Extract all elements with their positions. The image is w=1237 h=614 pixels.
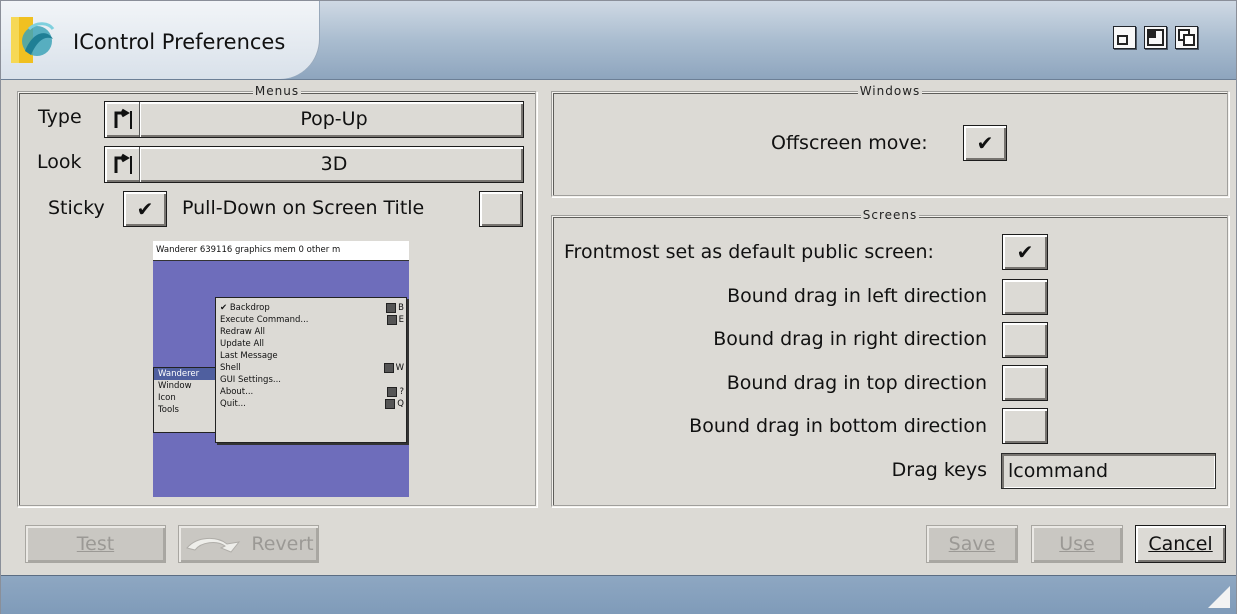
bound-top-label: Bound drag in top direction (726, 372, 987, 394)
window-bottom-bar (1, 575, 1236, 614)
resize-handle-icon[interactable] (1208, 586, 1230, 608)
preview-menu-item: ✔ Backdrop B (220, 303, 404, 313)
cancel-button[interactable]: Cancel (1135, 525, 1226, 563)
revert-icon (186, 537, 241, 553)
drag-keys-field[interactable]: lcommand (1001, 453, 1216, 489)
preview-screen-bar: Wanderer 639116 graphics mem 0 other m (153, 241, 409, 261)
checkmark-icon: ✔ (976, 131, 994, 155)
drag-keys-label: Drag keys (891, 459, 987, 481)
type-value: Pop-Up (300, 108, 368, 130)
preview-menu-item: Shell W (220, 363, 404, 373)
zoom-icon (1147, 29, 1164, 46)
test-button[interactable]: Test (25, 525, 166, 563)
bound-right-label: Bound drag in right direction (713, 328, 987, 350)
frontmost-label: Frontmost set as default public screen: (564, 241, 934, 263)
preferences-window: IControl Preferences Menus Type Pop-Up L… (0, 0, 1237, 614)
preview-menubar: Wanderer Window Icon Tools (153, 367, 217, 433)
screens-group-title: Screens (860, 208, 920, 222)
preview-menubar-item: Window (158, 381, 192, 391)
menus-group-title: Menus (252, 84, 302, 98)
look-cycle[interactable]: 3D (104, 146, 524, 183)
preview-menu-item: Redraw All (220, 327, 266, 337)
look-label: Look (37, 151, 82, 173)
bound-bottom-checkbox[interactable] (1002, 408, 1048, 444)
bound-bottom-label: Bound drag in bottom direction (689, 415, 987, 437)
bound-left-checkbox[interactable] (1002, 279, 1048, 315)
sticky-label: Sticky (48, 197, 105, 219)
menu-preview: Wanderer 639116 graphics mem 0 other m W… (153, 241, 409, 497)
title-tab: IControl Preferences (1, 1, 320, 79)
revert-button[interactable]: Revert (178, 525, 319, 563)
iconify-icon (1117, 35, 1128, 45)
zoom-button[interactable] (1144, 26, 1167, 49)
pulldown-checkbox[interactable] (479, 191, 523, 227)
depth-icon (1178, 29, 1195, 46)
preview-menu-item: Update All (220, 339, 265, 349)
preview-menu-item: Execute Command... E (220, 315, 404, 325)
preview-menubar-item: Tools (158, 405, 179, 415)
preview-menu-item: Quit... Q (220, 399, 404, 409)
app-icon (11, 17, 55, 63)
checkmark-icon: ✔ (1016, 240, 1034, 264)
sticky-checkbox[interactable]: ✔ (123, 191, 167, 227)
use-button[interactable]: Use (1031, 525, 1123, 563)
checkmark-icon: ✔ (136, 197, 154, 221)
pulldown-label: Pull-Down on Screen Title (182, 197, 425, 219)
preview-menubar-item: Icon (158, 393, 176, 403)
bound-top-checkbox[interactable] (1002, 365, 1048, 401)
cycle-icon (105, 147, 140, 182)
type-cycle[interactable]: Pop-Up (104, 101, 524, 138)
windows-group-title: Windows (857, 84, 923, 98)
offscreen-move-checkbox[interactable]: ✔ (963, 125, 1007, 161)
preview-menu-item: GUI Settings... (220, 375, 281, 385)
preview-popup-menu: ✔ Backdrop B Execute Command... E Redraw A… (215, 297, 407, 443)
preview-menubar-item: Wanderer (154, 368, 216, 380)
type-label: Type (38, 106, 82, 128)
frontmost-checkbox[interactable]: ✔ (1002, 234, 1048, 270)
cycle-icon (105, 102, 140, 137)
look-value: 3D (320, 153, 348, 175)
preview-menu-item: About...? (220, 387, 404, 397)
save-button[interactable]: Save (926, 525, 1018, 563)
preview-menu-item: Last Message (220, 351, 278, 361)
window-title: IControl Preferences (73, 30, 286, 54)
bound-left-label: Bound drag in left direction (727, 285, 987, 307)
bound-right-checkbox[interactable] (1002, 322, 1048, 358)
depth-button[interactable] (1175, 26, 1198, 49)
iconify-button[interactable] (1113, 26, 1136, 49)
title-bar[interactable]: IControl Preferences (1, 1, 1236, 80)
offscreen-move-label: Offscreen move: (771, 132, 928, 154)
